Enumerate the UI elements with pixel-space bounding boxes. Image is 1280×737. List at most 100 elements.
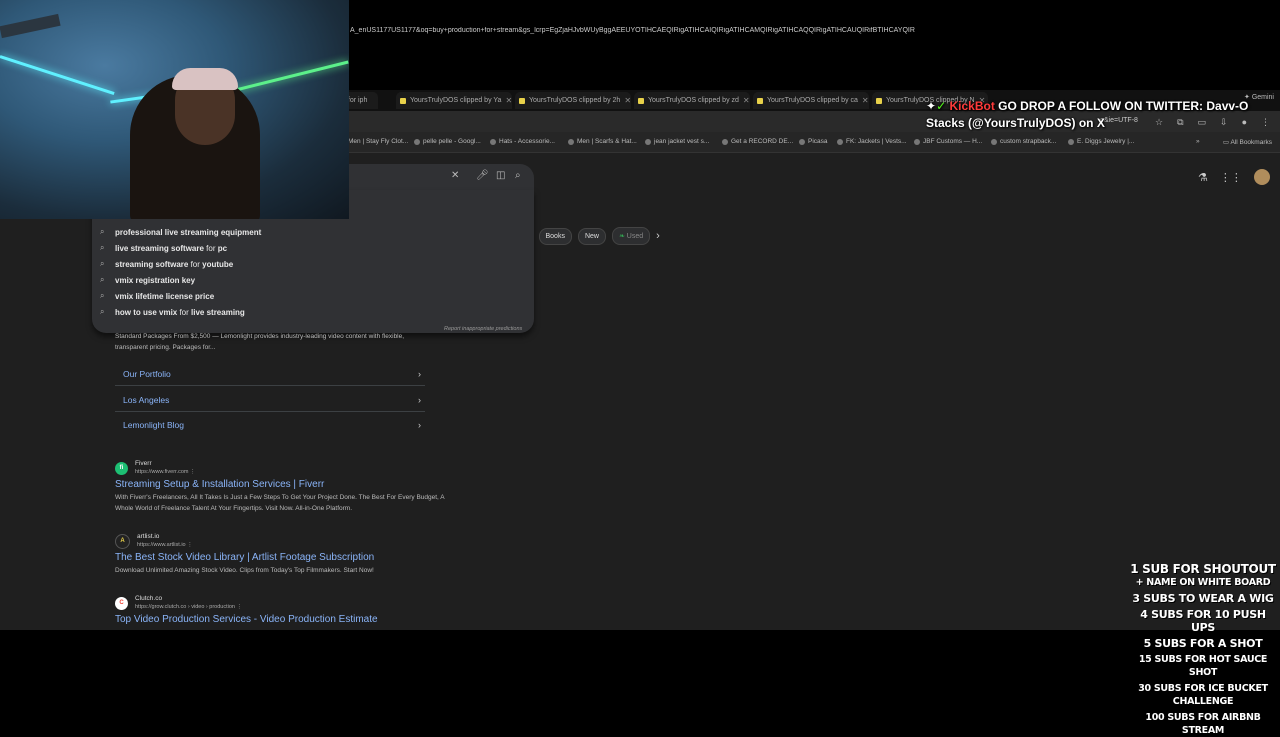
- artlist-logo-icon: A: [115, 533, 130, 549]
- suggestion-text: pc: [217, 243, 228, 253]
- suggestion-text: vmix registration key: [115, 275, 196, 285]
- bookmark-item[interactable]: jean jacket vest s...: [645, 138, 709, 145]
- more-options-icon[interactable]: ⋮: [237, 604, 243, 610]
- bookmark-label: FK: Jackets | Vests...: [846, 138, 907, 145]
- tab-label: YoursTrulyDOS clipped by ca: [767, 97, 858, 104]
- tab-label: YoursTrulyDOS clipped by 2h: [529, 97, 621, 104]
- streamer-headwrap: [172, 68, 238, 90]
- suggestion-text: how to use vmix: [115, 307, 178, 317]
- search-icon: ⌕: [100, 291, 105, 300]
- bookmark-favicon-icon: [414, 138, 420, 145]
- suggestion-text: youtube: [202, 259, 234, 269]
- menu-icon[interactable]: ⋮: [1261, 117, 1270, 128]
- tab-favicon-icon: [400, 97, 406, 104]
- result-url[interactable]: https://grow.clutch.co › video › product…: [135, 603, 242, 611]
- bookmark-label: Men | Scarfs & Hat...: [577, 138, 637, 145]
- address-bar-url[interactable]: A_enUS1177US1177&oq=buy+production+for+s…: [350, 27, 940, 34]
- result-title-link[interactable]: Streaming Setup & Installation Services …: [115, 479, 445, 490]
- more-options-icon[interactable]: ⋮: [190, 469, 196, 475]
- lens-search-icon[interactable]: ◫: [496, 170, 505, 181]
- browser-tab[interactable]: YoursTrulyDOS clipped by ca ✕: [753, 92, 869, 109]
- search-icon: ⌕: [100, 275, 105, 284]
- tab-favicon-icon: [757, 97, 763, 104]
- sitelink-los-angeles[interactable]: Los Angeles ›: [115, 388, 425, 412]
- bookmark-favicon-icon: [645, 138, 651, 145]
- bookmark-item[interactable]: Men | Scarfs & Hat...: [568, 138, 637, 145]
- browser-tab[interactable]: YoursTrulyDOS clipped by 2h ✕: [515, 92, 631, 109]
- result-site-name: artlist.io: [137, 533, 160, 540]
- ceiling-fan: [0, 13, 61, 39]
- clear-search-icon[interactable]: ✕: [451, 170, 459, 181]
- more-options-icon[interactable]: ⋮: [187, 542, 193, 548]
- bookmark-favicon-icon: [568, 138, 574, 145]
- search-icon[interactable]: ⌕: [515, 170, 521, 181]
- bookmark-item[interactable]: JBF Customs — H...: [914, 138, 982, 145]
- sitelink-label: Los Angeles: [123, 394, 170, 405]
- bookmark-item[interactable]: FK: Jackets | Vests...: [837, 138, 907, 145]
- bookmark-label: Men | Stay Fly Clot...: [348, 138, 409, 145]
- filter-chip-label: Used: [626, 233, 644, 240]
- close-tab-icon[interactable]: ✕: [739, 96, 750, 105]
- close-tab-icon[interactable]: ✕: [620, 96, 631, 105]
- avatar[interactable]: [1253, 169, 1270, 185]
- suggestion-item[interactable]: ⌕ streaming software for youtube: [100, 259, 233, 269]
- bookmark-label: pelle pelle - Googl...: [423, 138, 481, 145]
- suggestion-item[interactable]: ⌕ how to use vmix for live streaming: [100, 307, 245, 317]
- chevron-right-icon[interactable]: ›: [656, 230, 660, 242]
- tab-label: YoursTrulyDOS clipped by zd: [648, 97, 739, 104]
- kickbot-notification: ✦✓ KickBot GO DROP A FOLLOW ON TWITTER: …: [926, 98, 1256, 132]
- tab-favicon-icon: [638, 97, 644, 104]
- suggestion-item[interactable]: ⌕ live streaming software for pc: [100, 243, 227, 253]
- led-strip: [0, 55, 115, 96]
- suggestion-item[interactable]: ⌕ professional live streaming equipment: [100, 227, 261, 237]
- kick-logo-icon: ✓: [936, 99, 947, 113]
- labs-flask-icon[interactable]: ⚗: [1198, 171, 1208, 184]
- webcam-feed: [0, 0, 349, 219]
- all-bookmarks-button[interactable]: ▭ All Bookmarks: [1223, 138, 1272, 146]
- suggestion-item[interactable]: ⌕ vmix lifetime license price: [100, 291, 214, 301]
- bookmark-favicon-icon: [490, 138, 496, 145]
- report-predictions-link[interactable]: Report inappropriate predictions: [444, 326, 522, 332]
- close-tab-icon[interactable]: ✕: [501, 96, 512, 105]
- filter-chip-books[interactable]: Books: [538, 227, 572, 245]
- leaf-icon: ❧: [618, 233, 627, 240]
- close-tab-icon[interactable]: ✕: [858, 96, 869, 105]
- bookmark-item[interactable]: Get a RECORD DE...: [722, 138, 793, 145]
- bookmark-favicon-icon: [1068, 138, 1074, 145]
- suggestion-text-plain: for: [188, 259, 203, 269]
- filter-chip-new[interactable]: New: [577, 227, 606, 245]
- result-url[interactable]: https://www.artlist.io ⋮: [137, 541, 193, 549]
- search-result: C Clutch.co https://grow.clutch.co › vid…: [115, 595, 445, 625]
- sub-goal: 30 SUBS FOR ICE BUCKET CHALLENGE: [1138, 683, 1268, 707]
- suggestion-item[interactable]: ⌕ vmix registration key: [100, 275, 195, 285]
- result-title-link[interactable]: The Best Stock Video Library | Artlist F…: [115, 552, 445, 563]
- result-url[interactable]: https://www.fiverr.com ⋮: [135, 468, 196, 476]
- bookmark-item[interactable]: E. Diggs Jewelry |...: [1068, 138, 1134, 145]
- sparkle-icon: ✦: [926, 99, 937, 113]
- led-strip: [231, 60, 349, 93]
- result-title-link[interactable]: Top Video Production Services - Video Pr…: [115, 614, 445, 625]
- voice-search-icon[interactable]: 🎤︎: [476, 170, 489, 181]
- browser-tab[interactable]: YoursTrulyDOS clipped by Ya ✕: [396, 92, 512, 109]
- bookmark-favicon-icon: [914, 138, 920, 145]
- google-header-icons: ⚗ ⋮⋮: [1198, 169, 1270, 185]
- bookmarks-overflow-icon[interactable]: »: [1196, 138, 1200, 145]
- bookmark-label: Get a RECORD DE...: [731, 138, 794, 145]
- result-url-text: https://www.artlist.io: [137, 542, 186, 548]
- bookmark-item[interactable]: pelle pelle - Googl...: [414, 138, 481, 145]
- bookmark-item[interactable]: custom strapback...: [991, 138, 1056, 145]
- filter-chip-used[interactable]: ❧ Used: [611, 227, 651, 245]
- bookmark-item[interactable]: Hats - Accessorie...: [490, 138, 555, 145]
- tab-favicon-icon: [876, 97, 882, 104]
- url-text: A_enUS1177US1177&oq=buy+production+for+s…: [350, 27, 915, 34]
- browser-tab[interactable]: YoursTrulyDOS clipped by zd ✕: [634, 92, 750, 109]
- bookmark-label: Picasa: [808, 138, 828, 145]
- fiverr-logo-icon: fi: [115, 461, 128, 475]
- bookmark-item[interactable]: Men | Stay Fly Clot...: [348, 138, 408, 145]
- search-result: fi Fiverr https://www.fiverr.com ⋮ Strea…: [115, 460, 445, 514]
- bookmark-item[interactable]: Picasa: [799, 138, 828, 145]
- apps-grid-icon[interactable]: ⋮⋮: [1220, 171, 1242, 184]
- sitelink-lemonlight-blog[interactable]: Lemonlight Blog ›: [115, 413, 425, 437]
- sitelink-our-portfolio[interactable]: Our Portfolio ›: [115, 362, 425, 386]
- sitelink-label: Our Portfolio: [123, 368, 171, 379]
